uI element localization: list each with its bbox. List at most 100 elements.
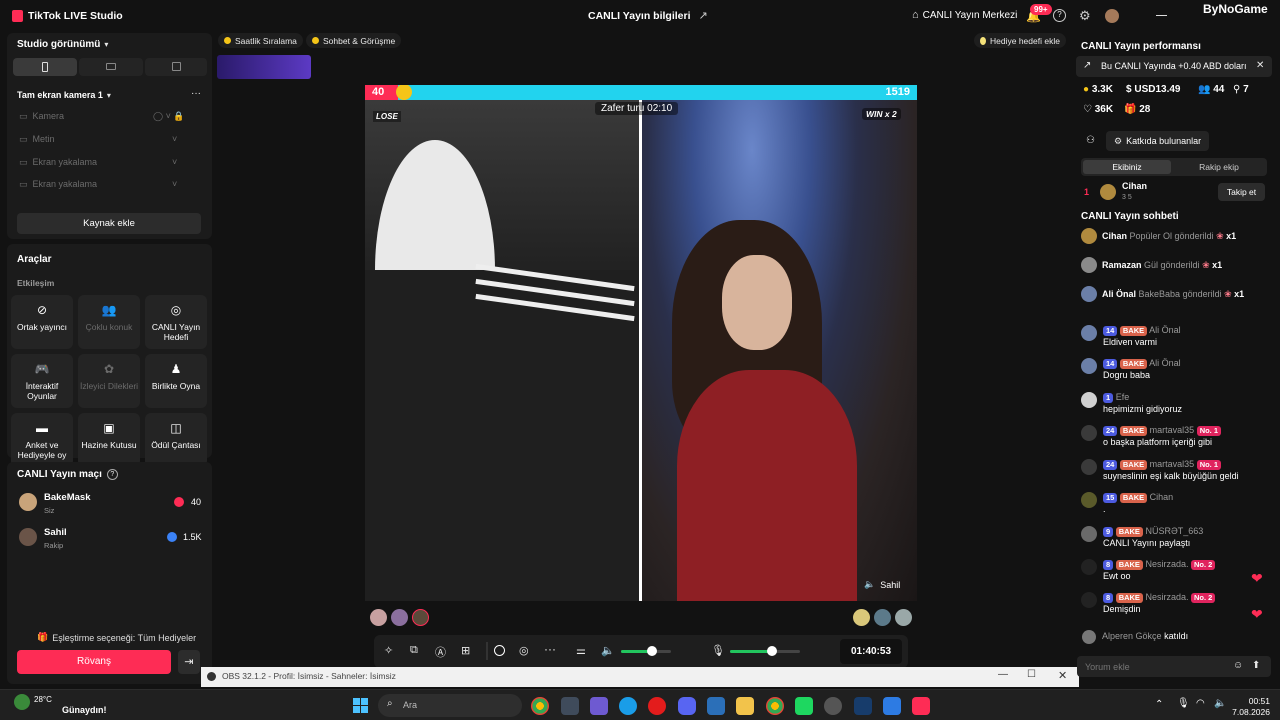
help-icon[interactable]: ? bbox=[106, 469, 118, 480]
chevron-down-icon[interactable]: ˅ bbox=[172, 157, 177, 167]
steam-icon[interactable] bbox=[854, 697, 872, 715]
app-icon[interactable] bbox=[883, 697, 901, 715]
visibility-icon[interactable]: ◯ ˅ 🔒 bbox=[153, 111, 185, 122]
effects-icon[interactable]: ◎ bbox=[519, 644, 529, 657]
chat-call-button[interactable]: Sohbet & Görüşme bbox=[306, 33, 402, 48]
obs-title: OBS 32.1.2 - Profil: İsimsiz - Sahneler:… bbox=[222, 671, 396, 681]
hourly-ranking-button[interactable]: Saatlik Sıralama bbox=[218, 33, 303, 48]
chat-text: Eldiven varmi bbox=[1103, 337, 1158, 347]
source-item[interactable]: ▭ Kamera bbox=[19, 111, 64, 122]
record-icon[interactable] bbox=[494, 645, 505, 656]
exit-icon[interactable]: ⇥ bbox=[178, 650, 200, 674]
tool-treasure-box[interactable]: ▣ Hazine Kutusu bbox=[78, 413, 140, 467]
avatar[interactable] bbox=[1105, 9, 1119, 23]
tool-play-together[interactable]: ♟ Birlikte Oyna bbox=[145, 354, 207, 408]
studio-view-dropdown[interactable]: Studio görünümü ▾ bbox=[17, 39, 108, 50]
photos-icon[interactable] bbox=[707, 697, 725, 715]
live-video-stage[interactable]: LOSE WIN x 2 🔈 Sahil 40 1519 Zafer turu … bbox=[365, 85, 917, 601]
minimize-icon[interactable] bbox=[1156, 15, 1167, 16]
folder-icon[interactable] bbox=[736, 697, 754, 715]
app-title: TikTok LIVE Studio bbox=[28, 10, 123, 22]
tool-gamepad[interactable]: 🎮 İnteraktif Oyunlar bbox=[11, 354, 73, 408]
match-option[interactable]: 🎁 Eşleştirme seçeneği: Tüm Hediyeler bbox=[37, 632, 196, 643]
maximize-icon[interactable]: ☐ bbox=[1027, 669, 1036, 680]
source-item[interactable]: ▭ Ekran yakalama bbox=[19, 157, 97, 168]
stat-value: 36K bbox=[1094, 104, 1114, 115]
close-icon[interactable]: ✕ bbox=[1256, 60, 1264, 71]
discord-icon[interactable] bbox=[678, 697, 696, 715]
contributors-button[interactable]: ⚙ Katkıda bulunanlar bbox=[1106, 131, 1210, 151]
source-item[interactable]: ▭ Ekran yakalama bbox=[19, 179, 97, 190]
app-icon[interactable] bbox=[795, 697, 813, 715]
obs-icon[interactable] bbox=[824, 697, 842, 715]
gear-icon[interactable]: ⚙ bbox=[1079, 8, 1091, 24]
speaker-icon[interactable]: 🔈 bbox=[601, 644, 615, 657]
stat-coins: ● 3.3K bbox=[1083, 84, 1113, 95]
comment-box[interactable]: ☺ ⬆ bbox=[1077, 656, 1271, 677]
obs-window-bar[interactable]: OBS 32.1.2 - Profil: İsimsiz - Sahneler:… bbox=[201, 667, 1079, 687]
chat-user: NÜSRƏT_663 bbox=[1145, 526, 1204, 536]
more-icon[interactable]: ··· bbox=[191, 88, 201, 99]
windows-start-icon[interactable] bbox=[353, 698, 369, 714]
tab-rival-team[interactable]: Rakip ekip bbox=[1175, 160, 1263, 174]
landscape-view-button[interactable] bbox=[79, 58, 143, 76]
weather-icon[interactable] bbox=[14, 694, 30, 710]
portrait-view-button[interactable] bbox=[13, 58, 77, 76]
tool-reward-bag[interactable]: ◫ Ödül Çantası bbox=[145, 413, 207, 467]
follow-button[interactable]: Takip et bbox=[1218, 183, 1265, 201]
settings-sliders-icon[interactable]: ⚌ bbox=[576, 644, 586, 657]
taskbar-search[interactable]: ⌕ Ara bbox=[378, 694, 522, 717]
avatar bbox=[1081, 228, 1097, 244]
tool-multi-guest[interactable]: 👥 Çoklu konuk bbox=[78, 295, 140, 349]
send-icon[interactable]: ⬆ bbox=[1252, 660, 1260, 671]
add-source-button[interactable]: Kaynak ekle bbox=[17, 213, 201, 234]
tiktok-icon[interactable] bbox=[912, 697, 930, 715]
mic-volume-handle[interactable] bbox=[767, 646, 777, 656]
comment-input[interactable] bbox=[1085, 659, 1225, 674]
chevron-down-icon[interactable]: ˅ bbox=[172, 179, 177, 189]
magic-wand-icon[interactable]: ✧ bbox=[384, 644, 393, 657]
chat-message: 1 Efe hepimizmi gidiyoruz bbox=[1103, 391, 1263, 415]
store-icon[interactable] bbox=[561, 697, 579, 715]
multi-view-button[interactable] bbox=[145, 58, 207, 76]
windows-taskbar: 28°C Günaydın! ⌕ Ara ⌃ 🎙 ◠ 🔈 00:51 7.08.… bbox=[0, 689, 1280, 720]
add-scene-icon[interactable]: ⊞ bbox=[461, 644, 470, 657]
event-banner[interactable] bbox=[217, 55, 311, 79]
rematch-button[interactable]: Rövanş bbox=[17, 650, 171, 674]
gift-message: Ramazan Gül gönderildi ❀ x1 bbox=[1102, 259, 1222, 271]
emoji-icon[interactable]: ☺ bbox=[1233, 660, 1243, 671]
minimize-icon[interactable]: — bbox=[998, 669, 1008, 680]
tab-our-team[interactable]: Ekibiniz bbox=[1083, 160, 1171, 174]
tool-poll[interactable]: ▬ Anket ve Hediyeyle oy bbox=[11, 413, 73, 467]
chrome-icon[interactable] bbox=[531, 697, 549, 715]
help-icon[interactable]: ? bbox=[1053, 9, 1066, 22]
user-plus-icon[interactable]: ⚇ bbox=[1086, 135, 1095, 146]
tool-live-goal[interactable]: ◎ CANLI Yayın Hedefi bbox=[145, 295, 207, 349]
wifi-icon[interactable]: ◠ bbox=[1196, 698, 1205, 709]
ai-icon[interactable]: Ⓐ bbox=[435, 644, 446, 660]
microphone-icon[interactable]: 🎙 bbox=[1177, 698, 1190, 709]
edge-icon[interactable] bbox=[619, 697, 637, 715]
live-center-button[interactable]: ⌂ CANLI Yayın Merkezi bbox=[912, 9, 1017, 21]
tray-chevron-icon[interactable]: ⌃ bbox=[1155, 699, 1163, 710]
tool-cohost[interactable]: ⊘ Ortak yayıncı bbox=[11, 295, 73, 349]
opera-icon[interactable] bbox=[648, 697, 666, 715]
live-info-button[interactable]: CANLI Yayın bilgileri ↗ bbox=[588, 9, 708, 23]
scene-dropdown[interactable]: Tam ekran kamera 1 ▾ bbox=[17, 90, 111, 100]
chevron-down-icon[interactable]: ˅ bbox=[172, 134, 177, 144]
mic-volume-slider[interactable] bbox=[730, 650, 800, 653]
source-item[interactable]: ▭ Metin bbox=[19, 134, 55, 145]
add-gift-goal-button[interactable]: Hediye hedefi ekle bbox=[974, 33, 1066, 48]
microphone-icon[interactable]: 🎙 bbox=[711, 644, 725, 657]
tool-viewer-wishes[interactable]: ✿ İzleyici Dilekleri bbox=[78, 354, 140, 408]
studio-view-label: Studio görünümü bbox=[17, 39, 101, 50]
camera-icon: ▭ bbox=[19, 111, 28, 121]
chrome-icon[interactable] bbox=[766, 697, 784, 715]
speaker-volume-slider[interactable] bbox=[621, 650, 671, 653]
more-icon[interactable]: ··· bbox=[544, 642, 556, 656]
screen-share-icon[interactable]: ⧉ bbox=[410, 644, 418, 657]
speaker-volume-handle[interactable] bbox=[647, 646, 657, 656]
close-icon[interactable]: ✕ bbox=[1058, 669, 1067, 682]
teams-icon[interactable] bbox=[590, 697, 608, 715]
notification-badge: 99+ bbox=[1030, 4, 1052, 15]
